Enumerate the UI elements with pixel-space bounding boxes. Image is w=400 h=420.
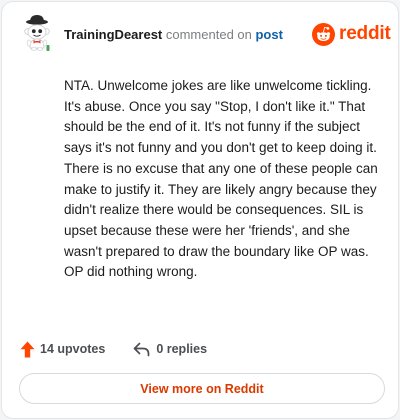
comment-footer: 14 upvotes 0 replies [20,340,207,358]
reddit-wordmark: reddit [339,23,391,44]
upvote-arrow-icon [20,341,35,357]
comment-header: TrainingDearest commented on post [64,27,283,43]
comment-author[interactable]: TrainingDearest [64,27,162,42]
comment-action-text: commented on [162,27,256,42]
replies-count: 0 replies [156,342,208,356]
post-link[interactable]: post [255,27,282,42]
reddit-snoo-icon [312,22,335,46]
comment-body: NTA. Unwelcome jokes are like unwelcome … [64,78,378,280]
view-more-on-reddit-button[interactable]: View more on Reddit [19,373,385,404]
snoo-avatar-icon [24,15,50,51]
reddit-comment-embed-card: TrainingDearest commented on post reddit… [1,1,399,419]
reply-arrow-icon [133,342,150,356]
reddit-brand-logo[interactable]: reddit [312,22,391,46]
replies-button[interactable]: 0 replies [133,342,207,357]
upvotes-button[interactable]: 14 upvotes [20,341,105,358]
upvotes-count: 14 upvotes [40,342,106,356]
user-avatar[interactable] [18,14,58,54]
